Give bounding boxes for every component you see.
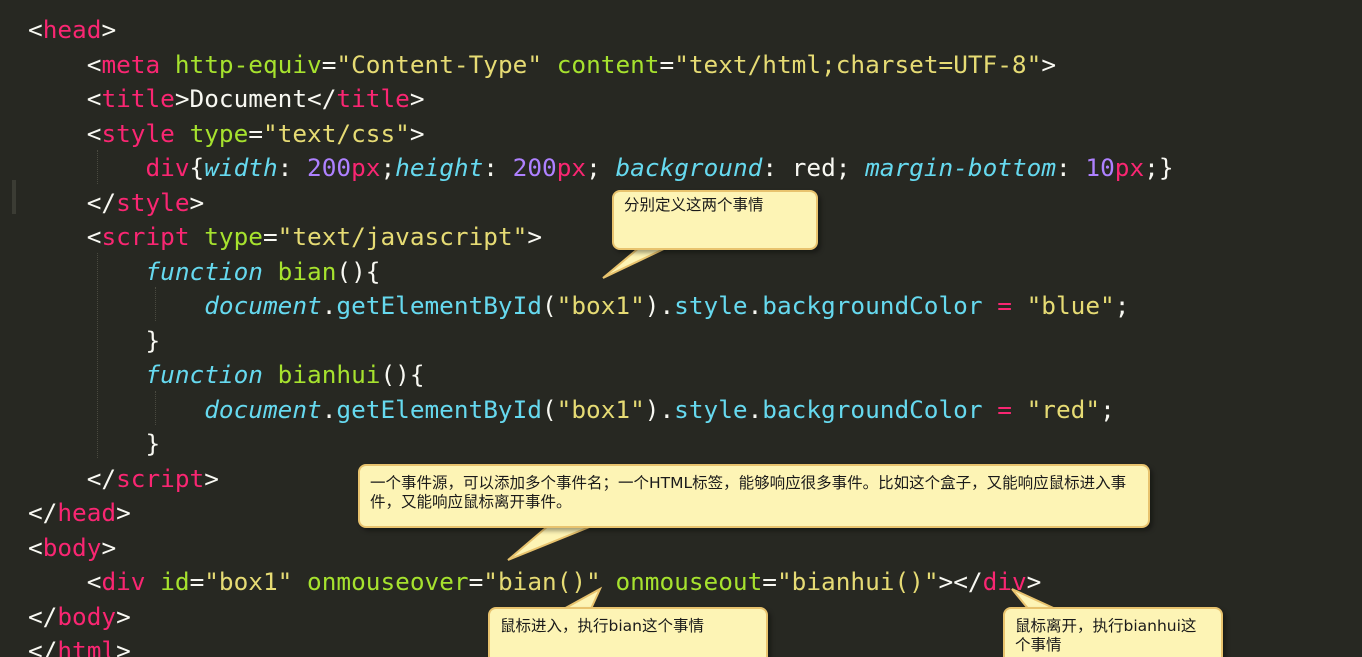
callout-pointers [507, 246, 1061, 612]
callout-define-events: 分别定义这两个事情 [612, 190, 818, 250]
callout-mouse-enter-text: 鼠标进入，执行bian这个事情 [500, 617, 704, 635]
callout-event-source: 一个事件源，可以添加多个事件名；一个HTML标签，能够响应很多事件。比如这个盒子… [358, 464, 1150, 528]
event-source-pointer [507, 525, 593, 561]
callout-event-source-text: 一个事件源，可以添加多个事件名；一个HTML标签，能够响应很多事件。比如这个盒子… [370, 474, 1127, 511]
code-editor[interactable]: <head> <meta http-equiv="Content-Type" c… [0, 0, 1362, 657]
define-events-pointer [602, 246, 669, 279]
callout-mouse-leave-text: 鼠标离开，执行bianhui这个事情 [1015, 617, 1197, 654]
callout-define-events-text: 分别定义这两个事情 [624, 196, 764, 214]
callout-mouse-leave: 鼠标离开，执行bianhui这个事情 [1003, 607, 1223, 657]
callout-mouse-enter: 鼠标进入，执行bian这个事情 [488, 607, 768, 657]
